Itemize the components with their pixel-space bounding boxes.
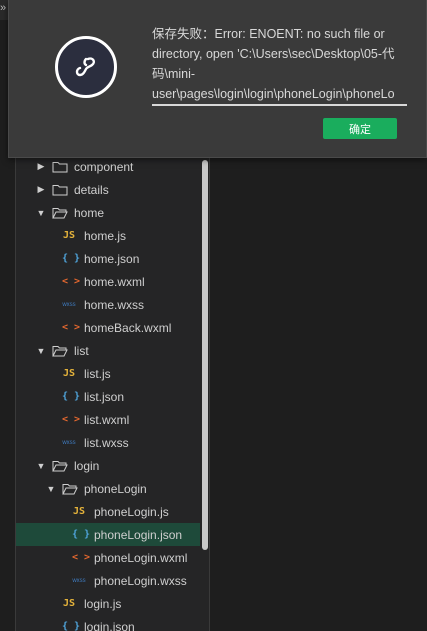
tree-item-label: details (74, 182, 109, 197)
js-file-icon: JS (72, 506, 86, 517)
tree-item-label: list.wxml (84, 412, 130, 427)
tree-file-home-wxml[interactable]: < > home.wxml (16, 270, 209, 293)
error-message: 保存失败：Error: ENOENT: no such file or dire… (152, 24, 407, 106)
tree-folder-details[interactable]: ▶ details (16, 178, 209, 201)
folder-icon (52, 184, 68, 195)
tree-item-label: list.wxss (84, 435, 129, 450)
folder-open-icon (52, 460, 68, 471)
tree-item-label: homeBack.wxml (84, 320, 172, 335)
folder-open-icon (52, 345, 68, 356)
tree-item-label: home.wxss (84, 297, 145, 312)
tree-folder-phonelogin[interactable]: ▼ phoneLogin (16, 477, 209, 500)
tree-item-label: home.js (84, 228, 127, 243)
tree-item-label: login.js (84, 596, 122, 611)
tree-file-phonelogin-js[interactable]: JS phoneLogin.js (16, 500, 209, 523)
tree-item-label: component (74, 159, 134, 174)
chevron-down-icon[interactable]: ▼ (36, 461, 46, 471)
tree-file-home-wxss[interactable]: wxss home.wxss (16, 293, 209, 316)
tree-file-list-wxss[interactable]: wxss list.wxss (16, 431, 209, 454)
error-line-3: 码\mini- (152, 67, 196, 81)
wxss-file-icon: wxss (72, 577, 86, 584)
tree-item-label: home.wxml (84, 274, 145, 289)
wxml-file-icon: < > (62, 322, 81, 333)
ok-button[interactable]: 确定 (323, 118, 397, 139)
wxml-file-icon: < > (62, 414, 81, 425)
tree-file-phonelogin-json[interactable]: { } phoneLogin.json (16, 523, 202, 546)
tree-item-label: list.js (84, 366, 111, 381)
tree-item-label: phoneLogin (84, 481, 147, 496)
chevron-right-icon[interactable]: ▶ (36, 161, 46, 172)
chevron-down-icon[interactable]: ▼ (46, 484, 56, 494)
tree-item-label: phoneLogin.json (94, 527, 183, 542)
folder-open-icon (52, 207, 68, 218)
tree-item-label: login (74, 458, 100, 473)
editor-area[interactable] (210, 155, 427, 631)
error-dialog: 保存失败：Error: ENOENT: no such file or dire… (8, 0, 427, 158)
tree-file-phonelogin-wxml[interactable]: < > phoneLogin.wxml (16, 546, 209, 569)
folder-icon (52, 161, 68, 172)
tree-item-label: login.json (84, 619, 135, 631)
js-file-icon: JS (62, 368, 76, 379)
tree-file-home-js[interactable]: JS home.js (16, 224, 209, 247)
tree-file-list-wxml[interactable]: < > list.wxml (16, 408, 209, 431)
error-line-1: 保存失败：Error: ENOENT: no such file or (152, 27, 385, 41)
tree-item-label: phoneLogin.js (94, 504, 169, 519)
tree-right-border (209, 155, 210, 631)
tree-item-label: home (74, 205, 105, 220)
folder-open-icon (62, 483, 78, 494)
tree-folder-login[interactable]: ▼ login (16, 454, 209, 477)
tree-item-label: phoneLogin.wxss (94, 573, 187, 588)
tree-scrollbar-thumb[interactable] (202, 160, 208, 550)
chevron-right-icon[interactable]: ▶ (36, 184, 46, 195)
tree-file-list-json[interactable]: { } list.json (16, 385, 209, 408)
tree-file-login-json[interactable]: { } login.json (16, 615, 209, 631)
link-s-icon (75, 57, 96, 77)
wxml-file-icon: < > (62, 276, 81, 287)
chevron-down-icon[interactable]: ▼ (36, 346, 46, 356)
tree-folder-home[interactable]: ▼ home (16, 201, 209, 224)
wxss-file-icon: wxss (62, 439, 76, 446)
tree-folder-component[interactable]: ▶ component (16, 155, 209, 178)
tree-item-label: list (74, 343, 89, 358)
tree-folder-list[interactable]: ▼ list (16, 339, 209, 362)
error-line-2: directory, open 'C:\Users\sec\Desktop\05… (152, 47, 395, 61)
tree-file-login-js[interactable]: JS login.js (16, 592, 209, 615)
js-file-icon: JS (62, 598, 76, 609)
json-file-icon: { } (62, 391, 81, 402)
wxml-file-icon: < > (72, 552, 91, 563)
file-tree: ▶ component ▶ details ▼ home JS home.js … (16, 155, 209, 631)
window-edge: » (0, 0, 8, 20)
tree-item-label: list.json (84, 389, 125, 404)
tree-item-label: home.json (84, 251, 140, 266)
wxss-file-icon: wxss (62, 301, 76, 308)
tree-file-list-js[interactable]: JS list.js (16, 362, 209, 385)
json-file-icon: { } (62, 621, 81, 631)
error-line-4: user\pages\login\login\phoneLogin\phoneL… (152, 84, 407, 106)
tree-file-phonelogin-wxss[interactable]: wxss phoneLogin.wxss (16, 569, 209, 592)
js-file-icon: JS (62, 230, 76, 241)
mini-program-logo-icon (55, 36, 117, 98)
tree-file-home-json[interactable]: { } home.json (16, 247, 209, 270)
chevron-down-icon[interactable]: ▼ (36, 208, 46, 218)
tree-file-homeback-wxml[interactable]: < > homeBack.wxml (16, 316, 209, 339)
tree-item-label: phoneLogin.wxml (94, 550, 188, 565)
expand-arrow-icon[interactable]: » (0, 2, 6, 14)
json-file-icon: { } (72, 529, 91, 540)
json-file-icon: { } (62, 253, 81, 264)
